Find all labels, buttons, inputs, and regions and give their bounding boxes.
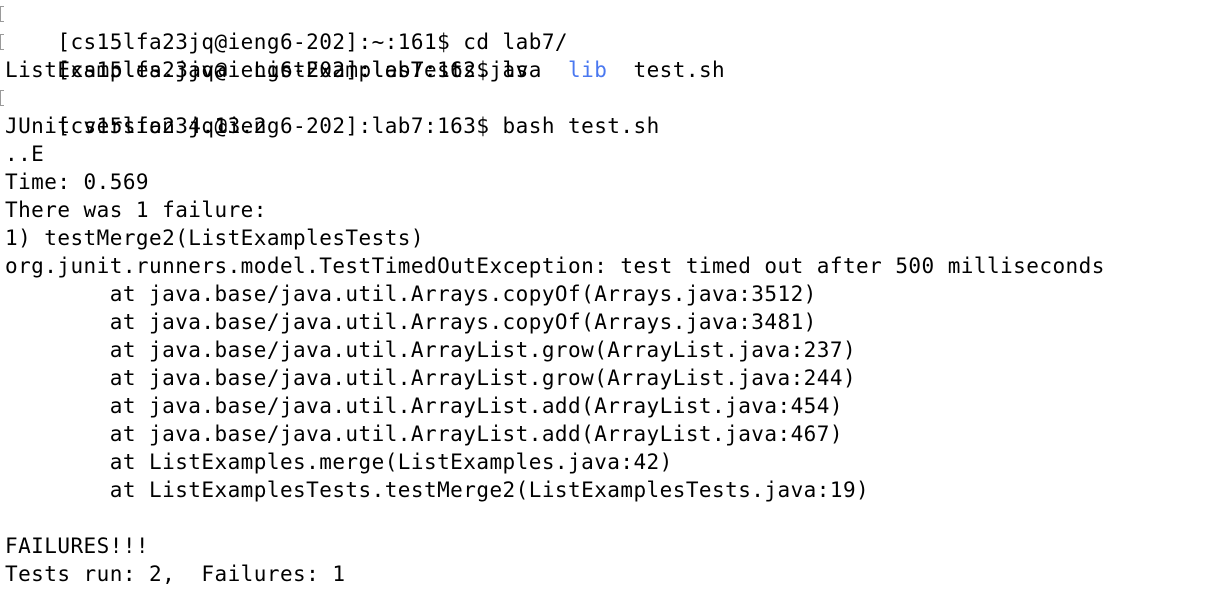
ls-entry-file: ListExamples.java (5, 58, 228, 82)
stack-trace-line: at java.base/java.util.ArrayList.grow(Ar… (5, 338, 857, 362)
stack-trace-line: at java.base/java.util.ArrayList.add(Arr… (5, 394, 843, 418)
test-summary-line: Tests run: 2, Failures: 1 (5, 562, 346, 586)
test-progress-line: ..E (5, 142, 45, 166)
failures-banner-line: FAILURES!!! (5, 534, 150, 558)
test-time-line: Time: 0.569 (5, 170, 150, 194)
prompt-marker-icon (0, 34, 4, 50)
prompt-line-ls: [cs15lfa23jq@ieng6-202]:lab7:162$ ls (0, 28, 1230, 82)
exception-line: org.junit.runners.model.TestTimedOutExce… (5, 254, 1105, 278)
prompt-line-bash: [cs15lfa23jq@ieng6-202]:lab7:163$ bash t… (0, 84, 1230, 138)
junit-version-line: JUnit version 4.13.2 (5, 114, 267, 138)
terminal-window[interactable]: [cs15lfa23jq@ieng6-202]:~:161$ cd lab7/ … (0, 0, 1230, 602)
failure-header-line: 1) testMerge2(ListExamplesTests) (5, 226, 424, 250)
prompt-marker-icon (0, 90, 4, 106)
ls-output-line: ListExamples.java ListExamplesTests.java… (0, 56, 1230, 84)
stack-trace-line: at ListExamplesTests.testMerge2(ListExam… (5, 478, 870, 502)
stack-trace-line: at java.base/java.util.ArrayList.add(Arr… (5, 422, 843, 446)
prompt-line-cd: [cs15lfa23jq@ieng6-202]:~:161$ cd lab7/ (0, 0, 1230, 54)
stack-trace-line: at java.base/java.util.ArrayList.grow(Ar… (5, 366, 857, 390)
failure-count-line: There was 1 failure: (5, 198, 267, 222)
ls-entry-directory: lib (568, 58, 608, 82)
stack-trace-line: at java.base/java.util.Arrays.copyOf(Arr… (5, 310, 817, 334)
stack-trace-line: at java.base/java.util.Arrays.copyOf(Arr… (5, 282, 817, 306)
ls-entry-file: ListExamplesTests.java (253, 58, 542, 82)
stack-trace-line: at ListExamples.merge(ListExamples.java:… (5, 450, 673, 474)
prompt-marker-icon (0, 6, 4, 22)
ls-entry-file: test.sh (633, 58, 726, 82)
